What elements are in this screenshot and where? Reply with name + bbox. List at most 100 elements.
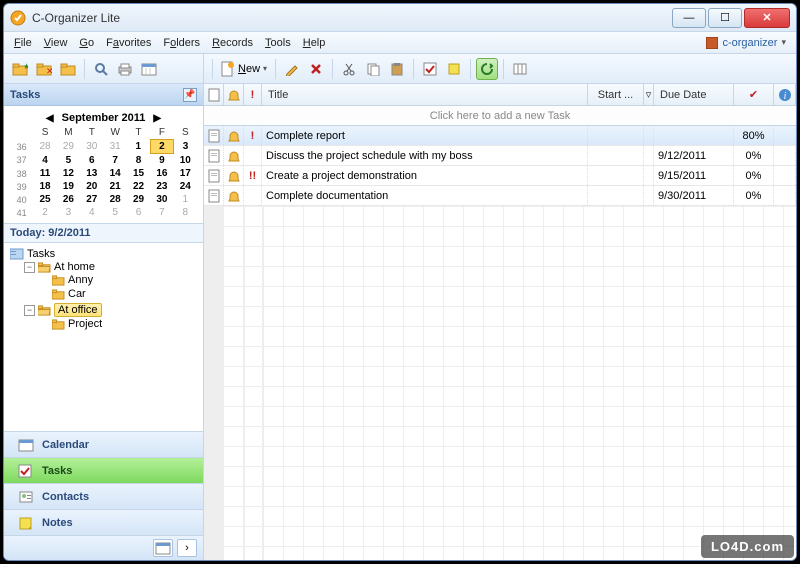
calendar-day[interactable]: 28 [104,193,127,206]
calendar-day[interactable]: 15 [127,167,150,180]
table-row[interactable]: Complete documentation 9/30/2011 0% [204,186,796,206]
calendar-grid[interactable]: SMTWTFS 36282930311233745678910381112131… [10,126,197,219]
calendar-day[interactable]: 7 [150,206,173,219]
calendar-day[interactable]: 11 [33,167,56,180]
refresh-button[interactable] [476,58,498,80]
calendar-day[interactable]: 4 [33,154,56,168]
calendar-day[interactable]: 22 [127,180,150,193]
edit-button[interactable] [281,58,303,80]
delete-folder-button[interactable]: ✕ [33,58,55,80]
calendar-day[interactable]: 25 [33,193,56,206]
next-month-button[interactable]: ▶ [153,113,161,124]
add-task-row[interactable]: Click here to add a new Task [204,106,796,126]
calendar-day[interactable]: 31 [104,140,127,154]
delete-button[interactable] [305,58,327,80]
calendar-day[interactable]: 1 [127,140,150,154]
search-button[interactable] [90,58,112,80]
check-button[interactable] [419,58,441,80]
nav-contacts[interactable]: Contacts [4,484,203,510]
col-sort-icon[interactable]: ▿ [644,84,654,105]
calendar-day[interactable]: 29 [127,193,150,206]
col-alarm-icon[interactable] [224,84,244,105]
tree-item[interactable]: Anny [38,274,199,286]
calendar-day[interactable]: 30 [150,193,173,206]
menu-folders[interactable]: Folders [157,35,206,51]
calendar-day[interactable]: 8 [174,206,197,219]
note-button[interactable] [443,58,465,80]
nav-calendar[interactable]: Calendar [4,432,203,458]
columns-button[interactable] [509,58,531,80]
col-due[interactable]: Due Date [654,84,734,105]
calendar-day[interactable]: 27 [80,193,103,206]
tree-item[interactable]: Project [38,318,199,330]
calendar-day[interactable]: 5 [57,154,80,168]
calendar-day[interactable]: 2 [33,206,56,219]
calendar-day[interactable]: 3 [174,140,197,154]
menu-go[interactable]: Go [73,35,100,51]
table-row[interactable]: !! Create a project demonstration 9/15/2… [204,166,796,186]
calendar-day[interactable]: 13 [80,167,103,180]
col-start[interactable]: Start ... [588,84,644,105]
menu-favorites[interactable]: Favorites [100,35,157,51]
col-info[interactable]: i [774,84,796,105]
calendar-day[interactable]: 29 [57,140,80,154]
calendar-toggle-button[interactable] [138,58,160,80]
calendar-day[interactable]: 19 [57,180,80,193]
close-button[interactable]: ✕ [744,8,790,28]
calendar-day[interactable]: 23 [150,180,173,193]
nav-calendar-shortcut[interactable] [153,539,173,557]
calendar-day[interactable]: 2 [150,140,173,154]
paste-button[interactable] [386,58,408,80]
tree-item[interactable]: Car [38,288,199,300]
maximize-button[interactable]: ☐ [708,8,742,28]
calendar-day[interactable]: 4 [80,206,103,219]
tree-folder[interactable]: −At home [24,261,199,273]
nav-tasks[interactable]: Tasks [4,458,203,484]
new-record-button[interactable]: New ▾ [217,58,271,80]
menu-tools[interactable]: Tools [259,35,297,51]
calendar-day[interactable]: 6 [80,154,103,168]
nav-notes[interactable]: Notes [4,510,203,536]
calendar-day[interactable]: 6 [127,206,150,219]
nav-more-button[interactable]: › [177,539,197,557]
calendar-day[interactable]: 28 [33,140,56,154]
calendar-day[interactable]: 5 [104,206,127,219]
menu-file[interactable]: File [8,35,38,51]
tree-root[interactable]: Tasks [10,248,199,260]
prev-month-button[interactable]: ◀ [46,113,54,124]
new-folder-button[interactable]: ★ [9,58,31,80]
calendar-day[interactable]: 3 [57,206,80,219]
cut-button[interactable] [338,58,360,80]
col-title[interactable]: Title [262,84,588,105]
calendar-day[interactable]: 1 [174,193,197,206]
c-organizer-link[interactable]: c-organizer ▾ [700,35,792,51]
tree-folder[interactable]: −At office [24,303,199,317]
calendar-day[interactable]: 12 [57,167,80,180]
menu-view[interactable]: View [38,35,74,51]
calendar-day[interactable]: 8 [127,154,150,168]
calendar-day[interactable]: 9 [150,154,173,168]
calendar-day[interactable]: 24 [174,180,197,193]
today-label[interactable]: Today: 9/2/2011 [4,224,203,243]
calendar-day[interactable]: 20 [80,180,103,193]
menu-records[interactable]: Records [206,35,259,51]
col-complete[interactable]: ✔ [734,84,774,105]
calendar-day[interactable]: 17 [174,167,197,180]
calendar-day[interactable]: 7 [104,154,127,168]
calendar-day[interactable]: 16 [150,167,173,180]
calendar-day[interactable]: 21 [104,180,127,193]
menu-help[interactable]: Help [297,35,332,51]
pin-button[interactable]: 📌 [183,88,197,102]
calendar-day[interactable]: 26 [57,193,80,206]
calendar-day[interactable]: 10 [174,154,197,168]
calendar-day[interactable]: 18 [33,180,56,193]
calendar-day[interactable]: 30 [80,140,103,154]
table-row[interactable]: ! Complete report 80% [204,126,796,146]
copy-button[interactable] [362,58,384,80]
table-row[interactable]: Discuss the project schedule with my bos… [204,146,796,166]
folder-options-button[interactable] [57,58,79,80]
col-priority[interactable]: ! [244,84,262,105]
print-button[interactable] [114,58,136,80]
calendar-day[interactable]: 14 [104,167,127,180]
minimize-button[interactable]: — [672,8,706,28]
